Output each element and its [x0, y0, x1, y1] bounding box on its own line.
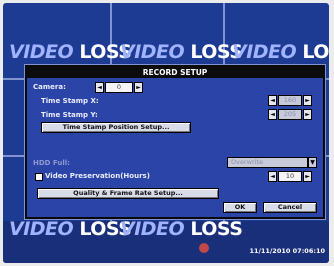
time-stamp-y-field[interactable]: 205 — [278, 109, 302, 120]
ts-x-next-arrow[interactable]: ► — [303, 95, 312, 106]
video-loss-label: VIDEO LOSS — [120, 41, 243, 63]
camera-next-arrow[interactable]: ► — [134, 82, 143, 93]
preservation-prev-arrow[interactable]: ◄ — [268, 171, 277, 182]
ok-button[interactable]: OK — [223, 202, 257, 213]
record-setup-dialog: RECORD SETUP Camera: ◄ 0 ► Time Stamp X:… — [25, 65, 325, 219]
status-timestamp: 11/11/2010 07:06:10 — [249, 247, 325, 255]
video-preservation-label: Video Preservation(Hours) — [45, 172, 150, 180]
dvr-screen: VIDEO LOSS VIDEO LOSS VIDEO LOSS VIDEO L… — [3, 3, 329, 263]
time-stamp-y-label: Time Stamp Y: — [41, 111, 98, 119]
video-loss-label: VIDEO LOSS — [9, 41, 132, 63]
hdd-full-label: HDD Full: — [33, 159, 70, 167]
time-stamp-position-button[interactable]: Time Stamp Position Setup... — [41, 122, 191, 133]
time-stamp-x-field[interactable]: 160 — [278, 95, 302, 106]
video-preservation-field[interactable]: 10 — [278, 171, 302, 182]
ts-x-prev-arrow[interactable]: ◄ — [268, 95, 277, 106]
video-loss-label: VIDEO LOSS — [120, 218, 243, 240]
camera-label: Camera: — [33, 83, 66, 91]
video-loss-label: VIDEO LOSS — [232, 41, 329, 63]
quality-frame-rate-button[interactable]: Quality & Frame Rate Setup... — [37, 188, 219, 199]
video-loss-label: VIDEO LOSS — [9, 218, 132, 240]
camera-prev-arrow[interactable]: ◄ — [95, 82, 104, 93]
camera-value[interactable]: 0 — [105, 82, 133, 93]
preservation-next-arrow[interactable]: ► — [303, 171, 312, 182]
ts-y-prev-arrow[interactable]: ◄ — [268, 109, 277, 120]
dropdown-arrow-icon[interactable]: ▼ — [308, 157, 317, 168]
time-stamp-x-label: Time Stamp X: — [41, 97, 99, 105]
dialog-title: RECORD SETUP — [27, 67, 323, 78]
ts-y-next-arrow[interactable]: ► — [303, 109, 312, 120]
cancel-button[interactable]: Cancel — [263, 202, 317, 213]
video-preservation-checkbox[interactable] — [35, 173, 43, 181]
hdd-full-dropdown[interactable]: Overwrite — [227, 157, 308, 168]
record-icon — [199, 243, 209, 253]
